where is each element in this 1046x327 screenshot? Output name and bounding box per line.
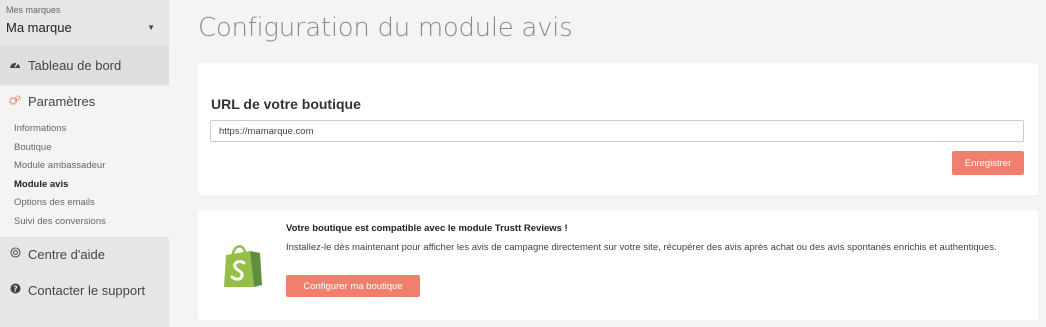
configure-shop-button[interactable]: Configurer ma boutique [286, 275, 420, 297]
dashboard-icon [8, 59, 22, 72]
subnav-item-informations[interactable]: Informations [14, 120, 169, 139]
nav-item-dashboard-label: Tableau de bord [28, 58, 122, 73]
subnav-item-boutique[interactable]: Boutique [14, 139, 169, 158]
caret-down-icon: ▼ [147, 23, 155, 32]
promo-text: Installez-le dès maintenant pour affiche… [286, 242, 997, 253]
shop-url-card: URL de votre boutique Enregistrer [198, 63, 1038, 195]
nav-item-help[interactable]: Centre d'aide [0, 237, 169, 271]
gears-icon [8, 94, 22, 108]
subnav-item-module-avis[interactable]: Module avis [14, 176, 169, 195]
save-button[interactable]: Enregistrer [952, 151, 1024, 175]
shop-url-heading: URL de votre boutique [211, 96, 361, 112]
shopify-promo-card: Votre boutique est compatible avec le mo… [198, 210, 1038, 320]
lifebuoy-icon [8, 247, 22, 261]
nav-item-support-label: Contacter le support [28, 282, 146, 298]
subnav-item-options-emails[interactable]: Options des emails [14, 194, 169, 213]
brand-selected-value: Ma marque [6, 20, 72, 35]
svg-text:?: ? [13, 284, 18, 293]
shop-url-input[interactable] [210, 120, 1024, 142]
promo-title: Votre boutique est compatible avec le mo… [286, 223, 568, 234]
brand-selector[interactable]: Mes marques Ma marque ▼ [0, 0, 169, 46]
nav-item-help-label: Centre d'aide [28, 246, 105, 262]
subnav-item-suivi-conversions[interactable]: Suivi des conversions [14, 213, 169, 232]
nav-item-support[interactable]: ? Contacter le support [0, 271, 169, 309]
nav-item-settings[interactable]: Paramètres [0, 86, 169, 116]
subnav-item-module-ambassadeur[interactable]: Module ambassadeur [14, 157, 169, 176]
question-circle-icon: ? [8, 283, 22, 297]
brand-caption: Mes marques [6, 5, 61, 15]
nav-item-settings-label: Paramètres [28, 93, 96, 109]
settings-subnav: Informations Boutique Module ambassadeur… [0, 116, 169, 237]
sidebar: Mes marques Ma marque ▼ Tableau de bord … [0, 0, 169, 327]
nav-item-dashboard[interactable]: Tableau de bord [0, 46, 169, 84]
brand-dropdown[interactable]: Ma marque ▼ [6, 20, 161, 35]
shopify-bag-icon [220, 241, 264, 291]
page-title: Configuration du module avis [198, 13, 573, 43]
